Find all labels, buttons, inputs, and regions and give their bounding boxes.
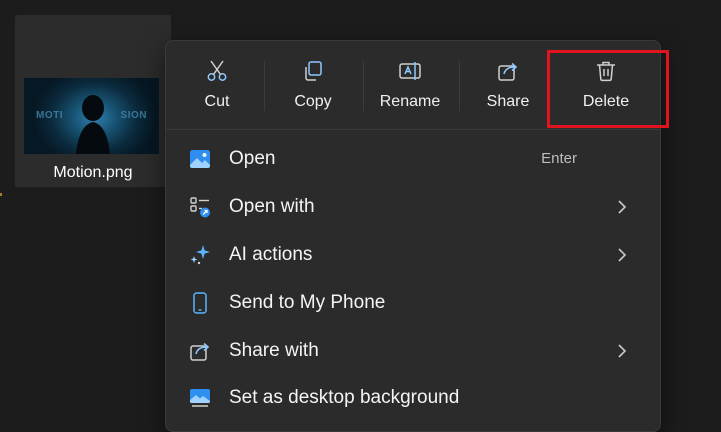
rename-label: Rename bbox=[379, 93, 441, 110]
copy-label: Copy bbox=[294, 93, 332, 110]
menu-item-open-with[interactable]: Open with bbox=[174, 185, 652, 229]
menu-item-label: Open bbox=[229, 148, 276, 169]
menu-item-label: Open with bbox=[229, 196, 315, 217]
selected-file-tile[interactable]: MOTI SION Motion.png bbox=[15, 15, 171, 187]
menu-item-label: Set as desktop background bbox=[229, 387, 460, 408]
rename-icon bbox=[399, 62, 421, 80]
sparkle-icon bbox=[190, 245, 210, 265]
silhouette-figure bbox=[76, 95, 110, 154]
menu-item-set-desktop-background[interactable]: Set as desktop background bbox=[174, 376, 652, 420]
menu-item-label: AI actions bbox=[229, 244, 313, 265]
file-thumbnail: MOTI SION bbox=[24, 78, 159, 154]
share-button[interactable]: Share bbox=[474, 51, 542, 121]
menu-item-shortcut: Enter bbox=[541, 150, 577, 167]
menu-item-ai-actions[interactable]: AI actions bbox=[174, 233, 652, 277]
chevron-right-icon bbox=[618, 200, 627, 214]
copy-icon bbox=[305, 61, 322, 81]
chevron-right-icon bbox=[618, 344, 627, 358]
stray-mark bbox=[0, 193, 2, 196]
toolbar-divider bbox=[459, 61, 460, 111]
share-label: Share bbox=[486, 93, 530, 110]
apps-icon bbox=[190, 197, 210, 218]
toolbar-divider bbox=[264, 61, 265, 111]
toolbar-divider bbox=[363, 61, 364, 111]
cut-button[interactable]: Cut bbox=[186, 51, 248, 121]
share-icon bbox=[190, 342, 210, 361]
menu-item-label: Share with bbox=[229, 340, 319, 361]
rename-button[interactable]: Rename bbox=[372, 51, 448, 121]
share-icon bbox=[498, 62, 518, 81]
context-menu-toolbar: Cut Copy Rename Share Delete bbox=[166, 41, 669, 130]
menu-item-label: Send to My Phone bbox=[229, 292, 386, 313]
chevron-right-icon bbox=[618, 248, 627, 262]
context-menu: Cut Copy Rename Share Delete Open Enter … bbox=[165, 40, 669, 432]
scissors-icon bbox=[207, 60, 227, 81]
menu-item-open[interactable]: Open Enter bbox=[174, 137, 652, 181]
copy-button[interactable]: Copy bbox=[278, 51, 348, 121]
phone-icon bbox=[193, 292, 207, 314]
cut-label: Cut bbox=[204, 93, 230, 110]
menu-item-share-with[interactable]: Share with bbox=[174, 329, 652, 373]
desktop-background-icon bbox=[190, 389, 210, 407]
delete-highlight-annotation bbox=[547, 50, 669, 128]
image-icon bbox=[190, 150, 210, 168]
menu-item-send-to-phone[interactable]: Send to My Phone bbox=[174, 281, 652, 325]
file-name-label: Motion.png bbox=[53, 164, 133, 181]
